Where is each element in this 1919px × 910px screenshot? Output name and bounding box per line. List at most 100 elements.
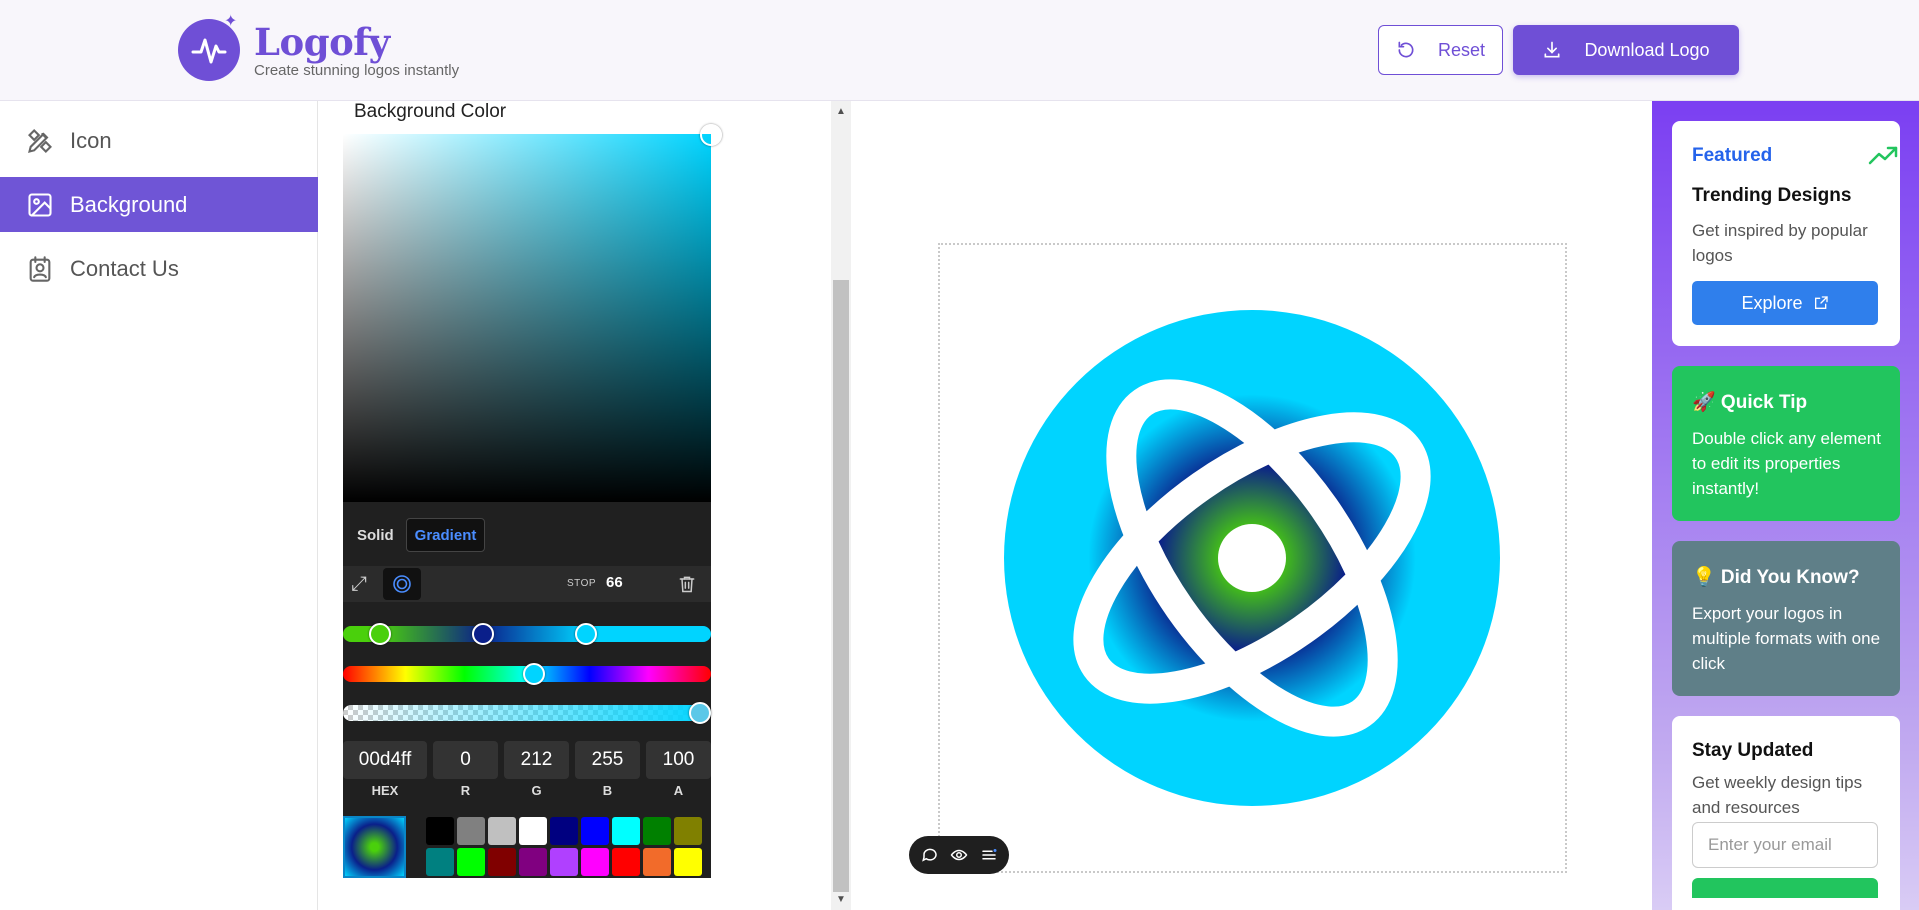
hex-label: HEX — [371, 783, 399, 798]
sidebar-item-label: Background — [70, 191, 188, 217]
right-rail: Featured Trending Designs Get inspired b… — [1652, 101, 1919, 910]
menu-icon[interactable] — [980, 846, 998, 864]
brand-tagline: Create stunning logos instantly — [254, 62, 460, 79]
image-icon — [28, 192, 52, 217]
scroll-down-arrow[interactable]: ▼ — [833, 892, 849, 908]
explore-label: Explore — [1741, 292, 1803, 313]
sidebar-item-background[interactable]: Background — [0, 177, 318, 232]
trending-up-icon — [1868, 146, 1898, 165]
a-label: A — [673, 783, 684, 798]
app-header: ✦ Logofy Create stunning logos instantly… — [0, 0, 1919, 101]
section-title: Background Color — [354, 101, 507, 122]
quick-tip-card: 🚀 Quick Tip Double click any element to … — [1672, 366, 1900, 521]
g-label: G — [531, 783, 542, 798]
gradient-toolbar: ⤢ STOP 66 — [343, 566, 711, 602]
g-field: 212 G — [504, 741, 569, 801]
linear-gradient-icon[interactable]: ⤢ — [351, 572, 375, 596]
scrollbar-thumb[interactable] — [833, 280, 849, 892]
stop-label: STOP — [567, 578, 597, 589]
did-you-know-card: 💡 Did You Know? Export your logos in mul… — [1672, 541, 1900, 696]
color-swatch[interactable] — [674, 817, 702, 845]
radial-gradient-button[interactable] — [383, 568, 421, 600]
floating-toolbar — [909, 836, 1009, 874]
color-swatch[interactable] — [612, 848, 640, 876]
newsletter-title: Stay Updated — [1692, 740, 1814, 761]
saturation-area[interactable] — [343, 134, 711, 502]
radial-icon — [393, 575, 411, 593]
external-link-icon — [1814, 296, 1828, 309]
gradient-stops-slider[interactable] — [343, 623, 711, 645]
color-swatch[interactable] — [581, 817, 609, 845]
scroll-up-arrow[interactable]: ▲ — [833, 104, 849, 120]
did-you-know-text: Export your logos in multiple formats wi… — [1692, 604, 1881, 673]
b-field: 255 B — [575, 741, 640, 801]
reset-button[interactable]: Reset — [1378, 25, 1503, 75]
color-swatch[interactable] — [488, 848, 516, 876]
quick-tip-title: 🚀 Quick Tip — [1692, 392, 1808, 413]
saturation-handle[interactable] — [700, 124, 722, 146]
sidebar-item-contact-us[interactable]: Contact Us — [0, 241, 318, 296]
newsletter-card: Stay Updated Get weekly design tips and … — [1672, 716, 1900, 910]
b-label: B — [602, 783, 613, 798]
brand-name: Logofy — [254, 20, 390, 64]
eye-icon[interactable] — [950, 846, 968, 864]
background-panel: Background Color Solid Gradient ⤢ STOP 6… — [319, 101, 851, 910]
color-swatch[interactable] — [519, 817, 547, 845]
color-swatch[interactable] — [643, 848, 671, 876]
fill-mode-toggle: Solid Gradient — [349, 518, 486, 552]
color-swatch[interactable] — [674, 848, 702, 876]
pen-ruler-icon — [28, 128, 52, 153]
r-input[interactable]: 0 — [433, 741, 498, 779]
download-icon — [1544, 41, 1560, 58]
featured-text: Get inspired by popular logos — [1692, 221, 1868, 265]
gradient-stop-knob[interactable] — [368, 623, 391, 645]
quick-tip-text: Double click any element to edit its pro… — [1692, 429, 1881, 498]
color-swatch[interactable] — [426, 848, 454, 876]
gradient-preview — [343, 816, 406, 878]
hex-input[interactable]: 00d4ff — [343, 741, 427, 779]
a-input[interactable]: 100 — [646, 741, 711, 779]
sidebar-item-label: Icon — [70, 127, 112, 153]
g-input[interactable]: 212 — [504, 741, 569, 779]
sidebar-item-icon[interactable]: Icon — [0, 113, 318, 168]
color-swatch[interactable] — [581, 848, 609, 876]
alpha-slider[interactable] — [343, 702, 711, 724]
trash-icon[interactable] — [677, 574, 697, 594]
newsletter-text: Get weekly design tips and resources — [1692, 773, 1863, 817]
hex-field: 00d4ff HEX — [343, 741, 427, 801]
r-field: 0 R — [433, 741, 498, 801]
color-swatch[interactable] — [519, 848, 547, 876]
stop-value[interactable]: 66 — [606, 574, 623, 591]
color-picker: Solid Gradient ⤢ STOP 66 00d4ff HEX 0 R … — [343, 124, 722, 878]
color-swatch[interactable] — [426, 817, 454, 845]
contact-icon — [29, 255, 51, 282]
gradient-mode-button[interactable]: Gradient — [405, 518, 486, 552]
comment-icon[interactable] — [921, 846, 939, 864]
download-logo-button[interactable]: Download Logo — [1513, 25, 1739, 75]
color-swatch[interactable] — [457, 848, 485, 876]
hue-knob[interactable] — [523, 663, 546, 685]
color-swatch[interactable] — [457, 817, 485, 845]
subscribe-button[interactable] — [1692, 878, 1878, 898]
gradient-stop-knob[interactable] — [574, 623, 597, 645]
color-swatch[interactable] — [612, 817, 640, 845]
color-swatch[interactable] — [550, 848, 578, 876]
reset-label: Reset — [1437, 39, 1486, 60]
pulse-icon — [191, 38, 227, 64]
hue-slider[interactable] — [343, 663, 711, 685]
preset-swatches — [426, 817, 711, 876]
explore-button[interactable]: Explore — [1692, 281, 1878, 325]
color-fields: 00d4ff HEX 0 R 212 G 255 B 100 A — [343, 741, 711, 801]
did-you-know-title: 💡 Did You Know? — [1692, 567, 1860, 588]
color-swatch[interactable] — [643, 817, 671, 845]
color-swatch[interactable] — [488, 817, 516, 845]
alpha-knob[interactable] — [689, 702, 711, 724]
email-input[interactable]: Enter your email — [1692, 822, 1878, 868]
gradient-stop-knob[interactable] — [471, 623, 494, 645]
solid-mode-button[interactable]: Solid — [349, 518, 402, 552]
r-label: R — [460, 783, 471, 798]
b-input[interactable]: 255 — [575, 741, 640, 779]
color-swatch[interactable] — [550, 817, 578, 845]
featured-label: Featured — [1692, 145, 1773, 166]
logo-preview[interactable] — [1004, 310, 1500, 806]
